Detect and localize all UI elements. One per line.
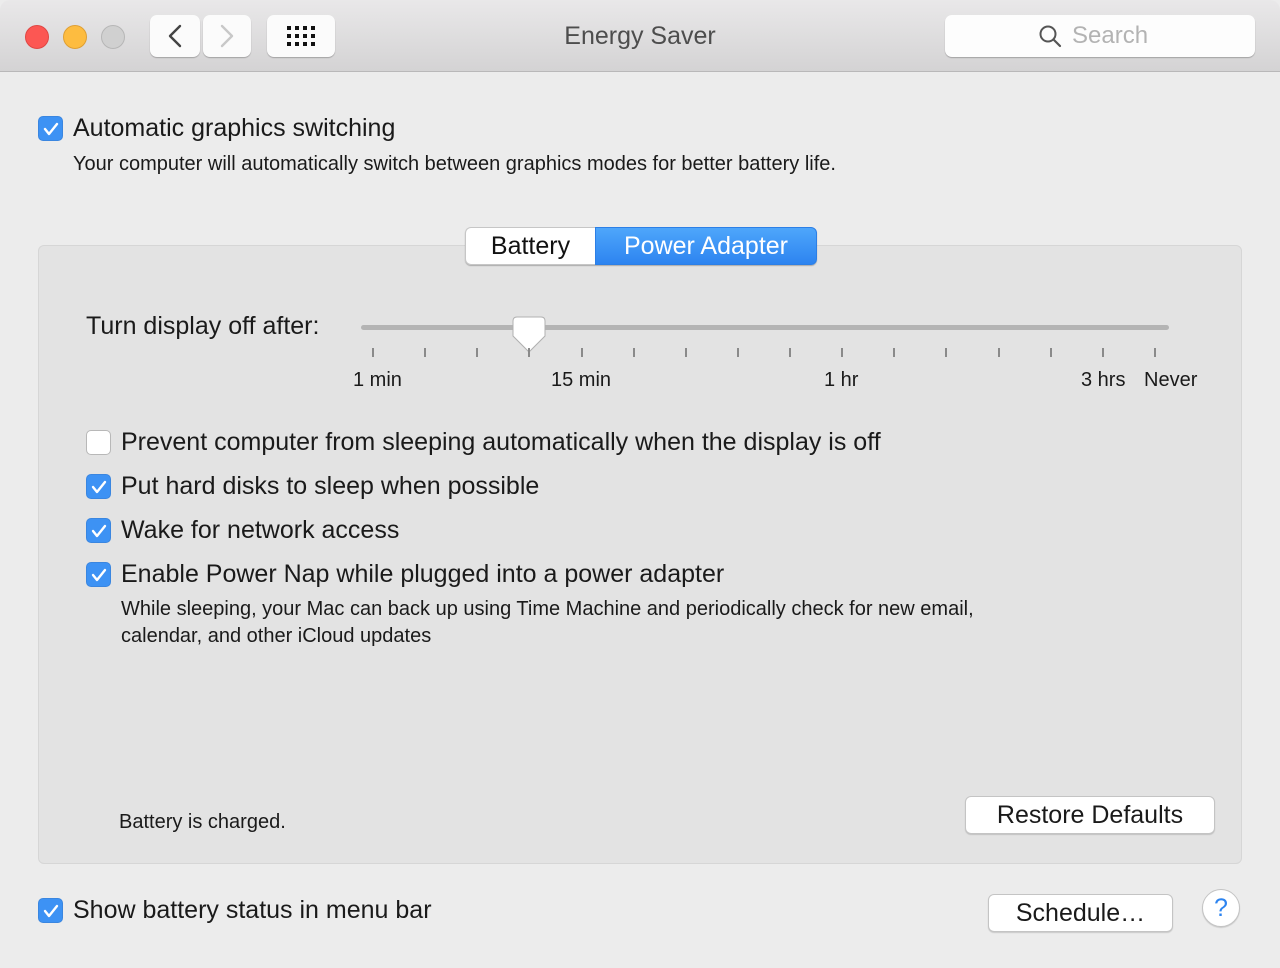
tick-label-15-min: 15 min [551,369,612,391]
help-button[interactable]: ? [1202,889,1240,927]
power-source-tabs: Battery Power Adapter [465,227,817,265]
slider-tick [424,348,427,357]
search-icon [1039,25,1062,48]
checkmark-icon [91,568,106,581]
display-off-label: Turn display off after: [86,312,320,340]
slider-tick [528,348,531,357]
slider-tick [841,348,844,357]
slider-tick [580,348,583,357]
title-bar: Energy Saver [0,0,1280,72]
power-nap-checkbox[interactable] [86,562,111,587]
automatic-graphics-label: Automatic graphics switching [73,114,396,142]
tick-label-never: Never [1144,369,1198,391]
energy-saver-window: Energy Saver Automatic graphics switchin… [0,0,1280,968]
slider-tick [476,348,479,357]
slider-tick [789,348,792,357]
search-field[interactable] [945,15,1255,57]
slider-tick [736,348,739,357]
tab-battery[interactable]: Battery [465,227,595,265]
wake-network-label: Wake for network access [121,516,400,544]
checkmark-icon [43,904,58,917]
checkmark-icon [91,480,106,493]
slider-tick [632,348,635,357]
prevent-sleep-label: Prevent computer from sleeping automatic… [121,428,881,456]
slider-tick [684,348,687,357]
restore-defaults-button[interactable]: Restore Defaults [965,796,1215,834]
tab-power-adapter[interactable]: Power Adapter [595,227,817,265]
slider-tick [1101,348,1104,357]
hard-disk-sleep-label: Put hard disks to sleep when possible [121,472,540,500]
show-battery-status-checkbox[interactable] [38,898,63,923]
slider-tick [372,348,374,357]
schedule-button[interactable]: Schedule… [988,894,1173,932]
prevent-sleep-checkbox[interactable] [86,430,111,455]
show-battery-status-label: Show battery status in menu bar [73,896,432,924]
checkmark-icon [91,524,106,537]
battery-status-text: Battery is charged. [119,811,286,833]
automatic-graphics-description: Your computer will automatically switch … [73,153,836,175]
search-input[interactable] [1072,22,1162,50]
power-nap-label: Enable Power Nap while plugged into a po… [121,560,725,588]
tick-label-1-hr: 1 hr [824,369,859,391]
checkmark-icon [43,122,58,135]
tick-label-1-min: 1 min [353,369,402,391]
power-nap-description-line2: calendar, and other iCloud updates [121,625,432,647]
hard-disk-sleep-checkbox[interactable] [86,474,111,499]
display-off-slider-track[interactable] [361,325,1169,330]
slider-tick [945,348,948,357]
automatic-graphics-checkbox[interactable] [38,116,63,141]
slider-tick [997,348,1000,357]
wake-network-checkbox[interactable] [86,518,111,543]
tick-label-3-hrs: 3 hrs [1081,369,1126,391]
question-mark-icon: ? [1214,893,1228,922]
slider-tick [1154,348,1156,357]
power-nap-description-line1: While sleeping, your Mac can back up usi… [121,598,974,620]
slider-tick [893,348,896,357]
slider-tick [1049,348,1052,357]
